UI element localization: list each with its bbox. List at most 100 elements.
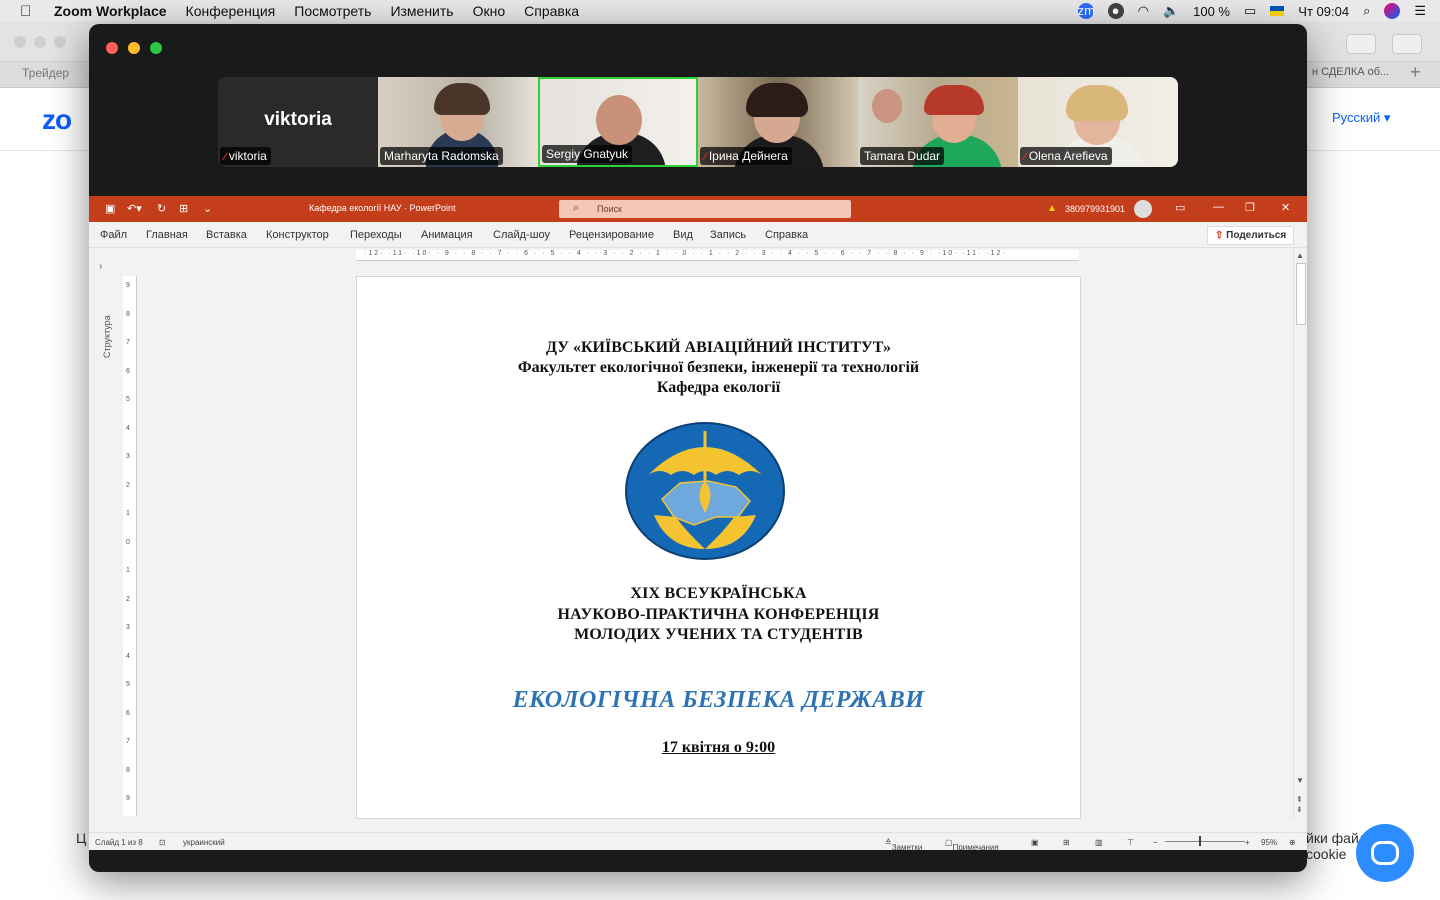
browser-tab-left[interactable]: Трейдер — [22, 66, 69, 80]
browser-share-icon[interactable] — [1346, 34, 1376, 54]
battery-icon[interactable]: ▭ — [1244, 3, 1256, 19]
participant-tile[interactable]: Tamara Dudar — [858, 77, 1018, 167]
scroll-thumb[interactable] — [1296, 263, 1306, 325]
account-avatar[interactable] — [1134, 200, 1152, 218]
zoom-slider-thumb[interactable] — [1199, 836, 1201, 846]
notes-label: Заметки — [891, 843, 923, 852]
account-name[interactable]: 380979931901 — [1065, 204, 1125, 214]
tab-animations[interactable]: Анимация — [421, 229, 473, 241]
ribbon-display-icon[interactable]: ▭ — [1175, 201, 1185, 214]
accessibility-icon[interactable]: ⊡ — [159, 838, 166, 847]
search-box[interactable]: ⌕ Поиск — [559, 200, 851, 218]
tab-view[interactable]: Вид — [673, 229, 693, 241]
ruler-tick-label: 8 — [126, 310, 130, 318]
flag-icon[interactable] — [1270, 6, 1285, 16]
ruler-tick-label: 1 — [126, 510, 130, 517]
tab-home[interactable]: Главная — [146, 229, 188, 241]
prev-slide-icon[interactable]: ⇞ — [1296, 795, 1303, 804]
wifi-icon[interactable]: ◠ — [1138, 3, 1149, 19]
normal-view-icon[interactable]: ▣ — [1031, 838, 1039, 847]
spotlight-search-icon[interactable]: ⌕ — [1363, 3, 1370, 19]
conference-topic: ЕКОЛОГІЧНА БЕЗПЕКА ДЕРЖАВИ — [512, 687, 925, 713]
ruler-tick-label: 7 — [126, 738, 130, 745]
participant-tile[interactable]: Marharyta Radomska — [378, 77, 538, 167]
zoom-slider[interactable] — [1165, 841, 1245, 842]
share-button[interactable]: ⇧ Поделиться — [1207, 226, 1295, 245]
menu-edit[interactable]: Изменить — [390, 3, 453, 19]
participant-tile[interactable]: viktoria ⁄ viktoria — [218, 77, 378, 167]
clock[interactable]: Чт 09:04 — [1298, 4, 1349, 19]
ppt-restore-icon[interactable]: ❐ — [1245, 201, 1255, 214]
menu-app-name[interactable]: Zoom Workplace — [54, 3, 167, 19]
menu-conference[interactable]: Конференция — [186, 3, 276, 19]
tab-record[interactable]: Запись — [710, 229, 746, 241]
participant-name-tag: ⁄ Ірина Дейнега — [700, 147, 792, 165]
ppt-close-icon[interactable]: ✕ — [1281, 201, 1290, 214]
save-icon[interactable]: ▣ — [105, 202, 115, 215]
browser-minimize-icon[interactable] — [34, 36, 46, 48]
window-maximize-icon[interactable] — [150, 42, 162, 54]
control-center-icon[interactable]: ☰ — [1414, 3, 1426, 19]
menu-extra-icon[interactable]: ● — [1107, 3, 1124, 19]
zoom-out-icon[interactable]: − — [1153, 838, 1158, 847]
vertical-ruler: 9 8 7 6 5 4 3 2 1 0 1 2 3 4 5 6 7 8 9 — [123, 276, 137, 816]
participant-initial-name: viktoria — [264, 109, 332, 130]
menu-window[interactable]: Окно — [473, 3, 506, 19]
slide-sorter-icon[interactable]: ⊞ — [1063, 838, 1070, 847]
reading-view-icon[interactable]: ▥ — [1095, 838, 1103, 847]
notes-button[interactable]: ≙ Заметки — [885, 838, 922, 852]
language-status[interactable]: украинский — [183, 838, 225, 847]
menu-view[interactable]: Посмотреть — [294, 3, 371, 19]
chat-bubble-icon[interactable] — [1356, 824, 1414, 882]
browser-zoom-icon[interactable] — [54, 36, 66, 48]
ppt-minimize-icon[interactable]: — — [1213, 201, 1224, 213]
tab-design[interactable]: Конструктор — [266, 229, 329, 241]
browser-close-icon[interactable] — [14, 36, 26, 48]
horizontal-ruler: ·12· ·11· ·10· · 9 · · 8 · · 7 · · 6 · ·… — [356, 250, 1079, 261]
participant-tile-active-speaker[interactable]: Sergiy Gnatyuk — [538, 77, 698, 167]
zoom-level[interactable]: 95% — [1261, 838, 1277, 847]
language-selector[interactable]: Русский ▾ — [1332, 110, 1390, 126]
apple-menu-icon[interactable]:  — [20, 3, 40, 20]
browser-tabs-icon[interactable] — [1392, 34, 1422, 54]
zoom-site-logo[interactable]: zo — [42, 104, 72, 136]
zoom-status-icon[interactable]: zm — [1077, 3, 1095, 19]
slideshow-icon[interactable]: ⊞ — [179, 202, 188, 215]
zoom-in-icon[interactable]: + — [1245, 838, 1250, 847]
tab-slideshow[interactable]: Слайд-шоу — [493, 229, 550, 241]
presenter-view-icon[interactable]: ⊤ — [1127, 838, 1134, 847]
scroll-up-icon[interactable]: ▲ — [1296, 251, 1304, 260]
next-slide-icon[interactable]: ⇟ — [1296, 805, 1303, 814]
fit-slide-icon[interactable]: ⊕ — [1289, 838, 1296, 847]
tab-review[interactable]: Рецензирование — [569, 229, 654, 241]
browser-tab-right[interactable]: н СДЕЛКА об... — [1312, 66, 1389, 78]
participant-hair — [924, 85, 984, 115]
warning-icon[interactable]: ▲ — [1047, 203, 1057, 214]
window-close-icon[interactable] — [106, 42, 118, 54]
participant-tile[interactable]: ⁄ Olena Arefieva — [1018, 77, 1178, 167]
tab-insert[interactable]: Вставка — [206, 229, 247, 241]
tab-file[interactable]: Файл — [100, 229, 127, 241]
scroll-down-icon[interactable]: ▼ — [1296, 776, 1304, 785]
menu-help[interactable]: Справка — [524, 3, 579, 19]
tab-help[interactable]: Справка — [765, 229, 808, 241]
ruler-tick-label: 6 — [126, 709, 130, 717]
outline-label[interactable]: Структура — [102, 315, 112, 358]
siri-icon[interactable] — [1384, 3, 1401, 19]
vertical-scrollbar[interactable]: ▲ ▼ ⇞ ⇟ — [1293, 249, 1307, 819]
participant-tile[interactable]: ⁄ Ірина Дейнега — [698, 77, 858, 167]
search-placeholder: Поиск — [597, 204, 622, 214]
slide-canvas[interactable]: ДУ «КИЇВСЬКИЙ АВІАЦІЙНИЙ ІНСТИТУТ» Факул… — [356, 276, 1081, 819]
window-minimize-icon[interactable] — [128, 42, 140, 54]
shared-screen-powerpoint[interactable]: ▣ ↶▾ ↻ ⊞ ⌄ Кафедра екології НАУ · PowerP… — [89, 196, 1307, 852]
comments-button[interactable]: ▢ Примечания — [945, 838, 999, 852]
customize-qat-icon[interactable]: ⌄ — [203, 202, 212, 215]
redo-icon[interactable]: ↻ — [157, 202, 166, 215]
expand-outline-icon[interactable]: › — [99, 261, 102, 272]
participant-hair — [434, 83, 490, 115]
volume-icon[interactable]: 🔈 — [1163, 3, 1179, 19]
undo-icon[interactable]: ↶▾ — [127, 202, 142, 215]
tab-transitions[interactable]: Переходы — [350, 229, 402, 241]
new-tab-icon[interactable]: + — [1410, 62, 1421, 83]
conference-type: НАУКОВО-ПРАКТИЧНА КОНФЕРЕНЦІЯ — [557, 606, 880, 623]
